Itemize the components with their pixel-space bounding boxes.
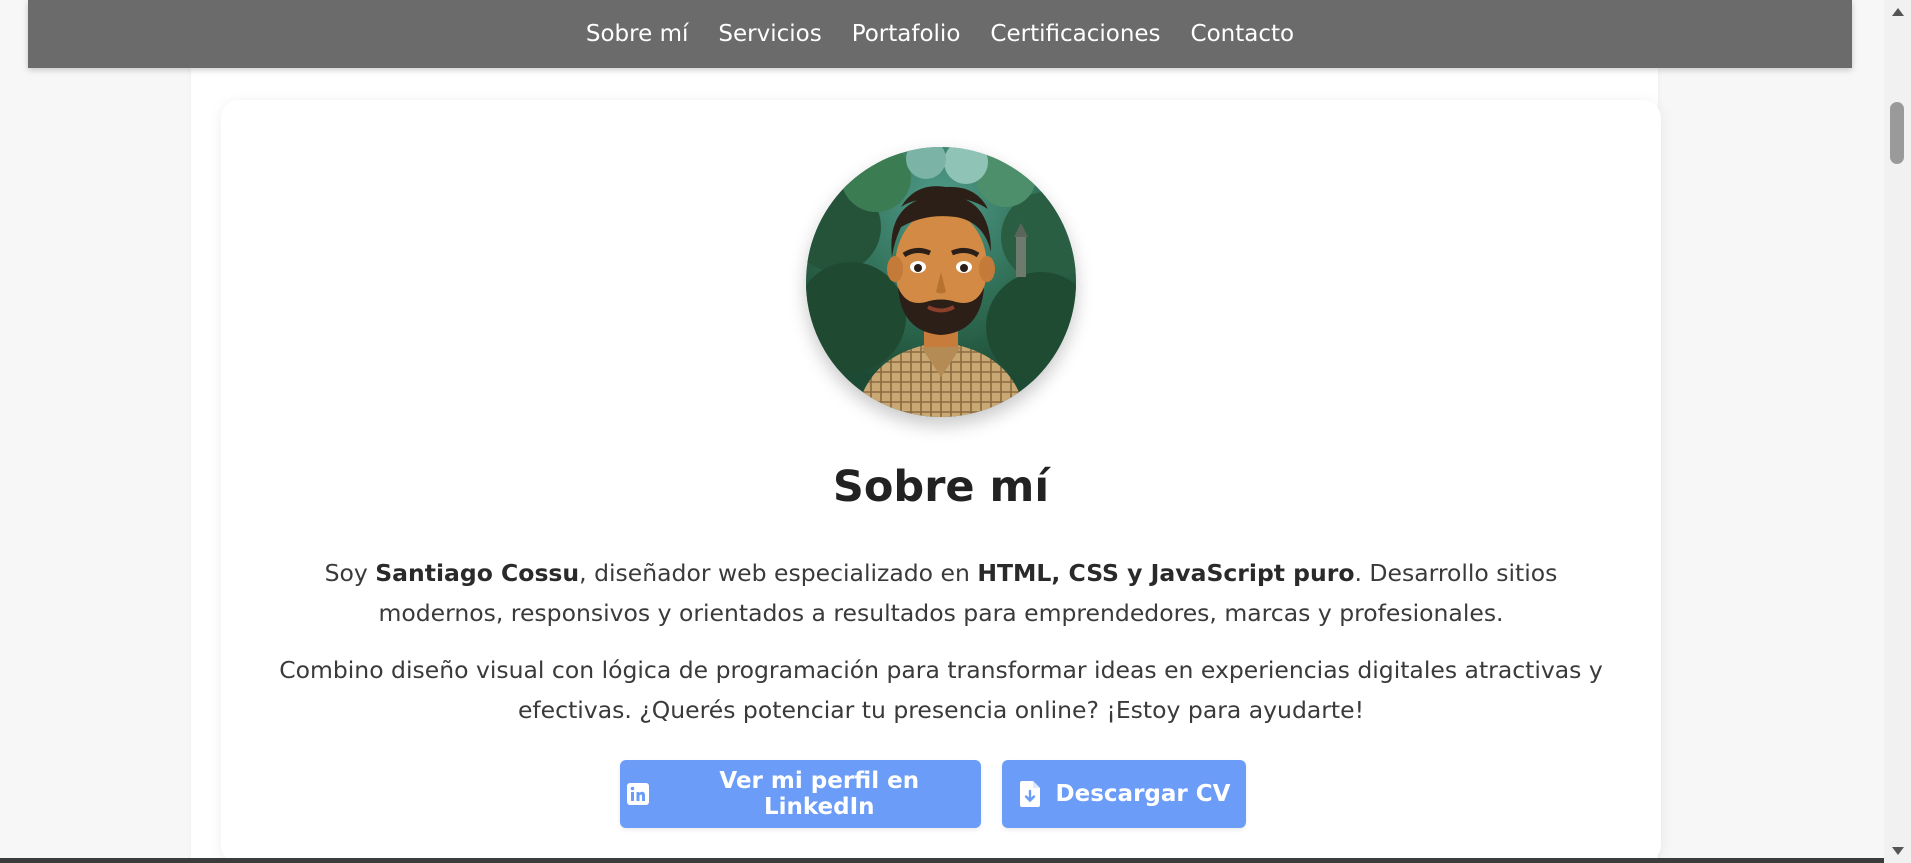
nav-link-sobre-mi[interactable]: Sobre mí [586,21,688,47]
download-cv-button-label: Descargar CV [1055,781,1231,807]
linkedin-button[interactable]: Ver mi perfil en LinkedIn [620,760,981,828]
intro-text-1: Soy [324,559,376,587]
scrollbar-thumb[interactable] [1890,102,1904,164]
nav-link-certificaciones[interactable]: Certificaciones [990,21,1160,47]
nav-link-contacto[interactable]: Contacto [1191,21,1295,47]
section-title: Sobre mí [832,462,1050,512]
intro-paragraph: Soy Santiago Cossu, diseñador web especi… [271,553,1611,633]
author-name: Santiago Cossu [375,559,580,587]
nav-link-portafolio[interactable]: Portafolio [852,21,961,47]
window-bottom-edge [0,858,1884,863]
profile-avatar [806,147,1076,417]
tech-stack: HTML, CSS y JavaScript puro [977,559,1355,587]
linkedin-button-label: Ver mi perfil en LinkedIn [719,768,920,820]
top-navbar: Sobre mí Servicios Portafolio Certificac… [28,0,1852,68]
vertical-scrollbar[interactable] [1884,0,1911,863]
pitch-paragraph: Combino diseño visual con lógica de prog… [279,656,1603,724]
linkedin-icon [626,781,649,807]
scroll-down-arrow-icon[interactable] [1884,841,1911,861]
scroll-up-arrow-icon[interactable] [1884,2,1911,22]
intro-text-2: , diseñador web especializado en [579,559,978,587]
nav-link-servicios[interactable]: Servicios [718,21,821,47]
download-cv-button[interactable]: Descargar CV [1002,760,1246,828]
file-download-icon [1018,781,1042,807]
